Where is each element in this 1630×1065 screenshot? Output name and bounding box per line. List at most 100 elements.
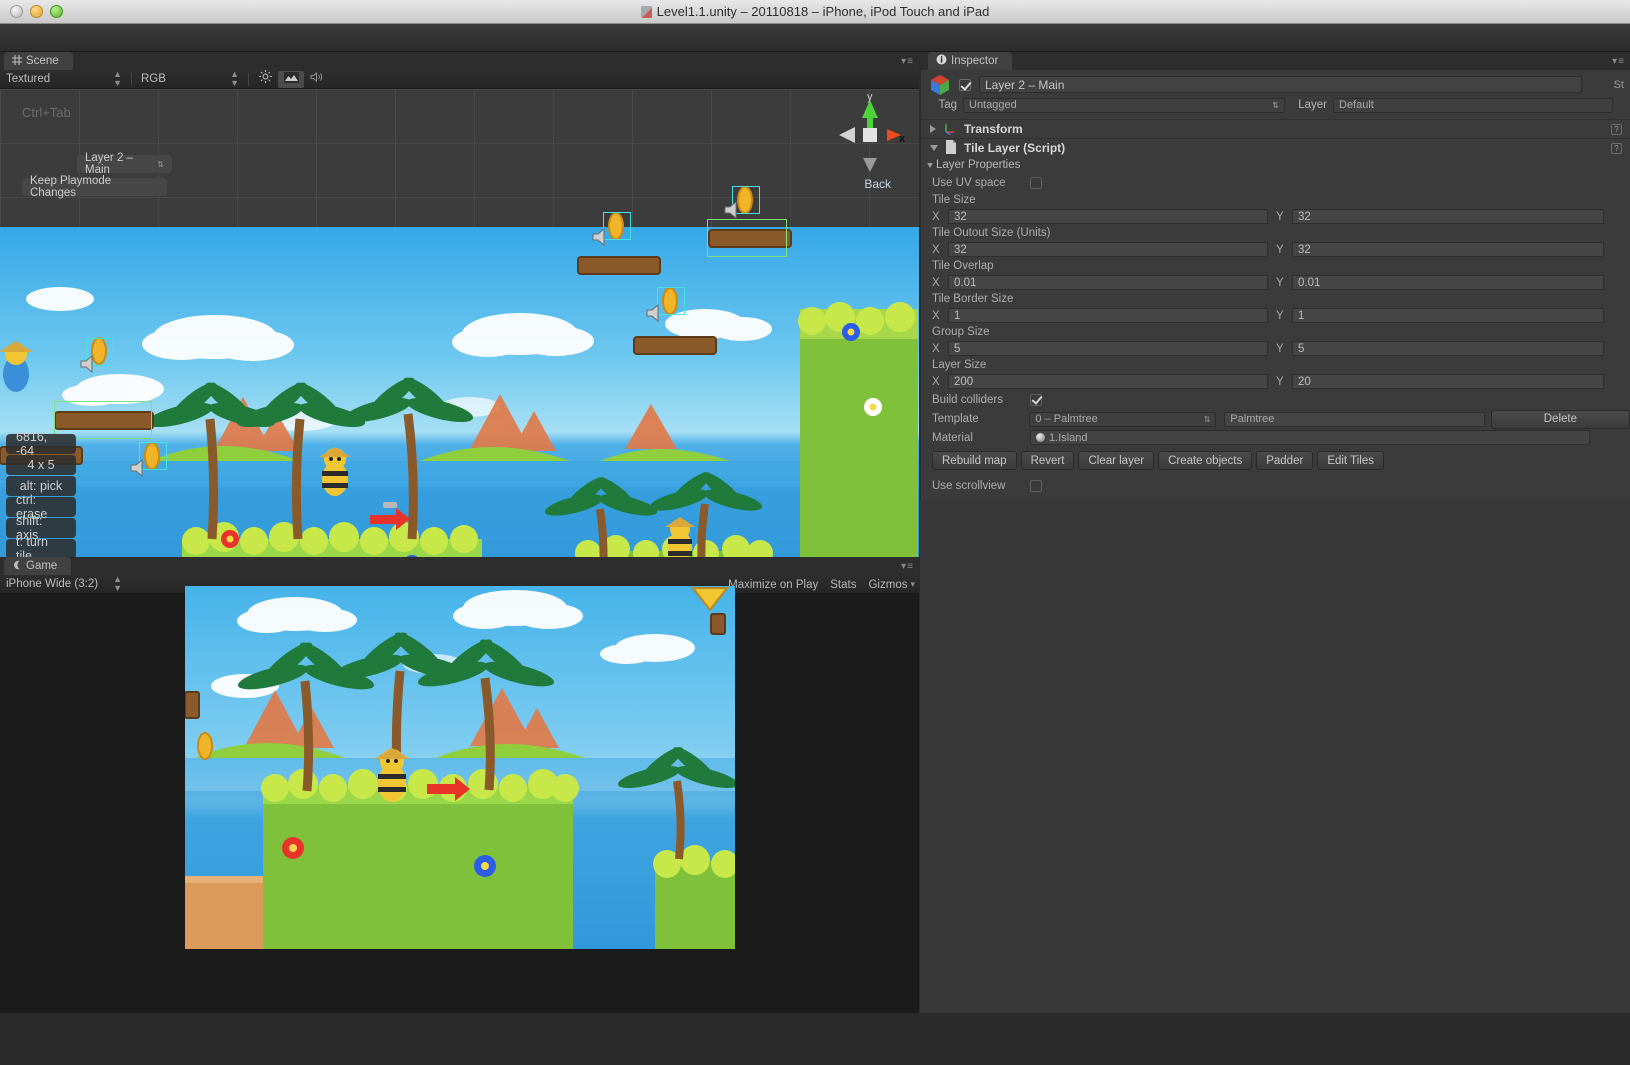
help-icon[interactable]: ? xyxy=(1611,124,1622,135)
component-tile-layer[interactable]: Tile Layer (Script) ? xyxy=(921,138,1630,157)
tab-game[interactable]: Game xyxy=(4,557,71,575)
scene-toolbar: Textured ▲▼ RGB ▲▼ Gizmos ▾ xyxy=(0,70,919,89)
aspect-ratio-dropdown[interactable]: iPhone Wide (3:2) ▲▼ xyxy=(0,576,128,593)
component-transform[interactable]: Transform ? xyxy=(921,119,1630,138)
inspector-lock-label[interactable]: St xyxy=(1614,79,1624,91)
property-x-input[interactable]: 32 xyxy=(948,242,1268,257)
layer-value: Default xyxy=(1339,99,1374,111)
axis-x-label: X xyxy=(932,376,948,388)
axis-y-label: Y xyxy=(1276,244,1292,256)
vector-properties-list: Tile SizeX32Y32Tile Outout Size (Units)X… xyxy=(921,192,1630,390)
scene-viewport[interactable]: y x Back Ctrl+Tab Layer 2 – Main ⇅ Keep … xyxy=(0,89,919,557)
updown-icon: ⇅ xyxy=(157,160,164,169)
action-button-edit-tiles[interactable]: Edit Tiles xyxy=(1317,451,1384,470)
property-label: Tile Size xyxy=(921,192,1630,208)
action-button-clear-layer[interactable]: Clear layer xyxy=(1078,451,1154,470)
keep-playmode-changes-button[interactable]: Keep Playmode Changes xyxy=(22,178,167,196)
property-y-input[interactable]: 5 xyxy=(1292,341,1604,356)
action-button-padder[interactable]: Padder xyxy=(1256,451,1313,470)
scene-layer-select[interactable]: Layer 2 – Main ⇅ xyxy=(77,155,172,173)
help-icon[interactable]: ? xyxy=(1611,143,1622,154)
property-y-input[interactable]: 1 xyxy=(1292,308,1604,323)
vector2-field: X1Y1 xyxy=(921,307,1630,324)
fx-toggle[interactable] xyxy=(278,71,304,88)
build-colliders-checkbox[interactable] xyxy=(1030,394,1042,406)
lighting-toggle[interactable] xyxy=(252,71,278,88)
maximize-on-play-toggle[interactable]: Maximize on Play xyxy=(728,579,818,591)
material-object-field[interactable]: 1.Island xyxy=(1030,430,1590,445)
scene-panel-menu[interactable]: ▾≡ xyxy=(901,56,914,67)
action-button-revert[interactable]: Revert xyxy=(1021,451,1075,470)
color-mode-dropdown[interactable]: RGB ▲▼ xyxy=(135,71,245,88)
layer-properties-section[interactable]: Layer Properties xyxy=(921,157,1630,173)
use-scrollview-row: Use scrollview xyxy=(921,476,1630,495)
object-enabled-checkbox[interactable] xyxy=(959,79,971,91)
property-x-input[interactable]: 32 xyxy=(948,209,1268,224)
collider-box xyxy=(707,219,787,257)
use-uv-space-checkbox[interactable] xyxy=(1030,177,1042,189)
axis-x-label: X xyxy=(932,277,948,289)
tab-inspector[interactable]: Inspector xyxy=(928,52,1012,70)
audio-icon xyxy=(310,70,324,88)
vector2-field: X32Y32 xyxy=(921,241,1630,258)
prefab-cube-icon xyxy=(929,74,951,96)
scene-layer-select-label: Layer 2 – Main xyxy=(85,152,157,176)
game-tab-row: Game ▾≡ xyxy=(0,557,919,575)
vector2-field: X32Y32 xyxy=(921,208,1630,225)
draw-mode-label: Textured xyxy=(6,73,50,85)
template-label: Template xyxy=(932,413,1029,425)
chevron-right-icon[interactable] xyxy=(930,125,936,133)
property-y-input[interactable]: 32 xyxy=(1292,242,1604,257)
property-x-input[interactable]: 0.01 xyxy=(948,275,1268,290)
hint-coordinates: 6816, -64 xyxy=(6,434,76,454)
property-x-input[interactable]: 5 xyxy=(948,341,1268,356)
window-title-bar: Level1.1.unity – 20110818 – iPhone, iPod… xyxy=(0,0,1630,24)
action-button-rebuild-map[interactable]: Rebuild map xyxy=(932,451,1017,470)
object-name-field[interactable]: Layer 2 – Main xyxy=(979,76,1582,93)
game-viewport[interactable] xyxy=(0,594,919,1013)
audio-source-gizmo xyxy=(724,201,746,219)
game-gizmos-dropdown[interactable]: Gizmos xyxy=(868,579,907,591)
inspector-panel-menu[interactable]: ▾≡ xyxy=(1612,56,1625,67)
tab-scene[interactable]: Scene xyxy=(4,52,73,70)
draw-mode-dropdown[interactable]: Textured ▲▼ xyxy=(0,71,128,88)
axis-y-label: Y xyxy=(1276,343,1292,355)
chevron-down-icon[interactable] xyxy=(930,145,938,151)
property-y-input[interactable]: 0.01 xyxy=(1292,275,1604,290)
updown-icon: ▲▼ xyxy=(113,575,122,593)
action-button-row[interactable]: Rebuild mapRevertClear layerCreate objec… xyxy=(921,446,1630,470)
use-scrollview-checkbox[interactable] xyxy=(1030,480,1042,492)
tag-layer-row: Tag Untagged ⇅ Layer Default xyxy=(921,96,1630,114)
divider xyxy=(131,73,132,86)
scene-axis-gizmo[interactable]: y x xyxy=(829,94,909,182)
audio-toggle[interactable] xyxy=(304,71,330,88)
build-colliders-row: Build colliders xyxy=(921,390,1630,409)
updown-icon: ⇅ xyxy=(1272,101,1279,110)
chevron-down-icon: ▾ xyxy=(910,579,915,590)
property-x-input[interactable]: 1 xyxy=(948,308,1268,323)
stats-toggle[interactable]: Stats xyxy=(830,579,856,591)
tab-scene-label: Scene xyxy=(26,55,59,67)
material-label: Material xyxy=(932,432,1030,444)
template-dropdown[interactable]: 0 – Palmtree ⇅ xyxy=(1029,412,1216,427)
info-icon xyxy=(936,54,947,68)
updown-icon: ▲▼ xyxy=(230,70,239,88)
property-x-input[interactable]: 200 xyxy=(948,374,1268,389)
tag-dropdown[interactable]: Untagged ⇅ xyxy=(963,98,1285,113)
scene-tab-row: Scene ▾≡ xyxy=(0,52,919,70)
unity-scene-icon xyxy=(641,6,652,18)
delete-template-button[interactable]: Delete xyxy=(1491,410,1630,429)
updown-icon: ▲▼ xyxy=(113,70,122,88)
layer-dropdown[interactable]: Default xyxy=(1333,98,1613,113)
scene-panel: Scene ▾≡ Textured ▲▼ RGB ▲▼ xyxy=(0,52,919,557)
axis-x-label: X xyxy=(932,343,948,355)
game-panel-menu[interactable]: ▾≡ xyxy=(901,561,914,572)
game-render-canvas[interactable] xyxy=(185,586,735,949)
template-name-field[interactable]: Palmtree xyxy=(1224,412,1484,427)
use-uv-space-label: Use UV space xyxy=(932,177,1030,189)
chevron-down-icon[interactable] xyxy=(927,163,933,168)
action-button-create-objects[interactable]: Create objects xyxy=(1158,451,1252,470)
material-sphere-icon xyxy=(1036,433,1045,442)
property-y-input[interactable]: 32 xyxy=(1292,209,1604,224)
property-y-input[interactable]: 20 xyxy=(1292,374,1604,389)
